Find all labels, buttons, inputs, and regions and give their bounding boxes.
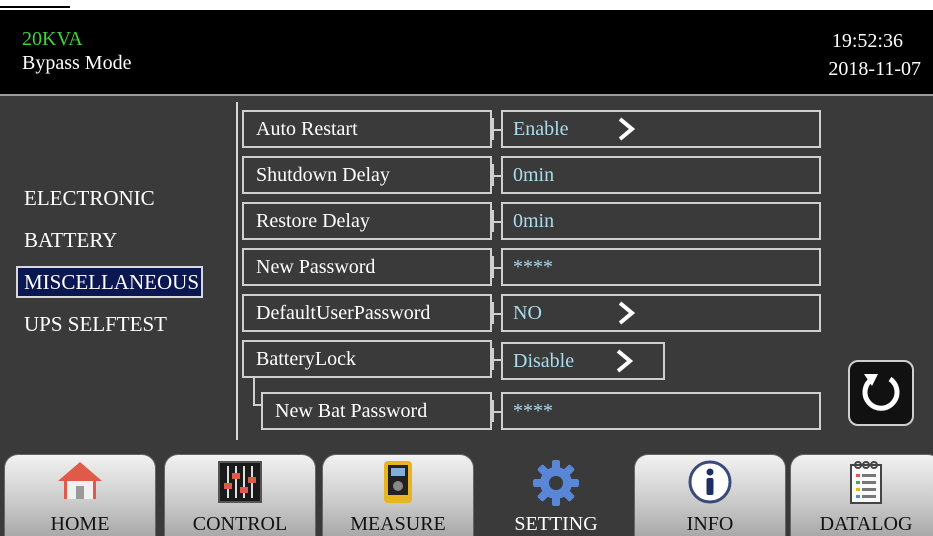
menu-item-battery[interactable]: BATTERY [18,224,123,256]
bottom-nav: HOME CONTROL MEASURE SETTING INFO DATALO… [0,448,933,536]
tab-home[interactable]: HOME [4,454,156,536]
chevron-right-icon[interactable] [613,299,639,327]
operating-mode: Bypass Mode [22,52,132,74]
clock-date: 2018-11-07 [828,58,921,80]
clock-time: 19:52:36 [831,30,903,52]
log-icon [850,461,882,504]
tab-control[interactable]: CONTROL [164,454,316,536]
ups-screen: 20KVA Bypass Mode 19:52:36 2018-11-07 EL… [0,10,933,536]
battery-lock-label: BatteryLock [242,340,492,378]
battery-lock-value[interactable]: Disable [501,342,665,380]
auto-restart-label: Auto Restart [242,110,492,148]
row-connector [492,118,502,140]
tab-home-label: HOME [50,513,110,535]
chevron-right-icon[interactable] [611,347,637,375]
tab-info[interactable]: INFO [634,454,786,536]
model-rating: 20KVA [22,28,83,50]
tab-setting-label: SETTING [514,513,598,535]
row-connector [492,348,502,370]
row-connector [492,302,502,324]
multimeter-icon [384,461,412,503]
tab-measure[interactable]: MEASURE [322,454,474,536]
menu-item-ups-selftest[interactable]: UPS SELFTEST [18,308,173,340]
menu-divider [236,102,238,440]
shutdown-delay-label: Shutdown Delay [242,156,492,194]
auto-restart-value-text: Enable [513,118,569,140]
back-button[interactable] [848,360,914,426]
tab-setting[interactable]: SETTING [480,454,632,536]
tab-measure-label: MEASURE [350,513,446,535]
row-connector [492,210,502,232]
menu-item-electronic[interactable]: ELECTRONIC [18,182,161,214]
row-connector [492,164,502,186]
house-icon [58,462,102,499]
new-bat-password-value[interactable]: **** [501,392,821,430]
default-user-password-value-text: NO [513,302,542,324]
refresh-back-icon [862,374,900,411]
default-user-password-label: DefaultUserPassword [242,294,492,332]
tab-info-label: INFO [686,513,734,535]
header-divider [0,94,933,96]
chevron-right-icon[interactable] [613,115,639,143]
info-icon [688,460,732,504]
corner-mark [0,0,70,8]
menu-item-miscellaneous[interactable]: MISCELLANEOUS [16,266,204,298]
restore-delay-label: Restore Delay [242,202,492,240]
restore-delay-value[interactable]: 0min [501,202,821,240]
default-user-password-value[interactable]: NO [501,294,821,332]
tab-datalog-label: DATALOG [819,513,913,535]
auto-restart-value[interactable]: Enable [501,110,821,148]
status-header: 20KVA Bypass Mode 19:52:36 2018-11-07 [0,10,933,94]
row-connector [492,256,502,278]
sliders-icon [218,461,262,503]
new-bat-password-label: New Bat Password [261,392,492,430]
new-password-value[interactable]: **** [501,248,821,286]
battery-lock-value-text: Disable [513,350,575,372]
gear-icon [533,460,579,506]
shutdown-delay-value[interactable]: 0min [501,156,821,194]
tab-datalog[interactable]: DATALOG [790,454,933,536]
new-password-label: New Password [242,248,492,286]
row-connector [492,400,502,422]
tab-control-label: CONTROL [192,513,288,535]
